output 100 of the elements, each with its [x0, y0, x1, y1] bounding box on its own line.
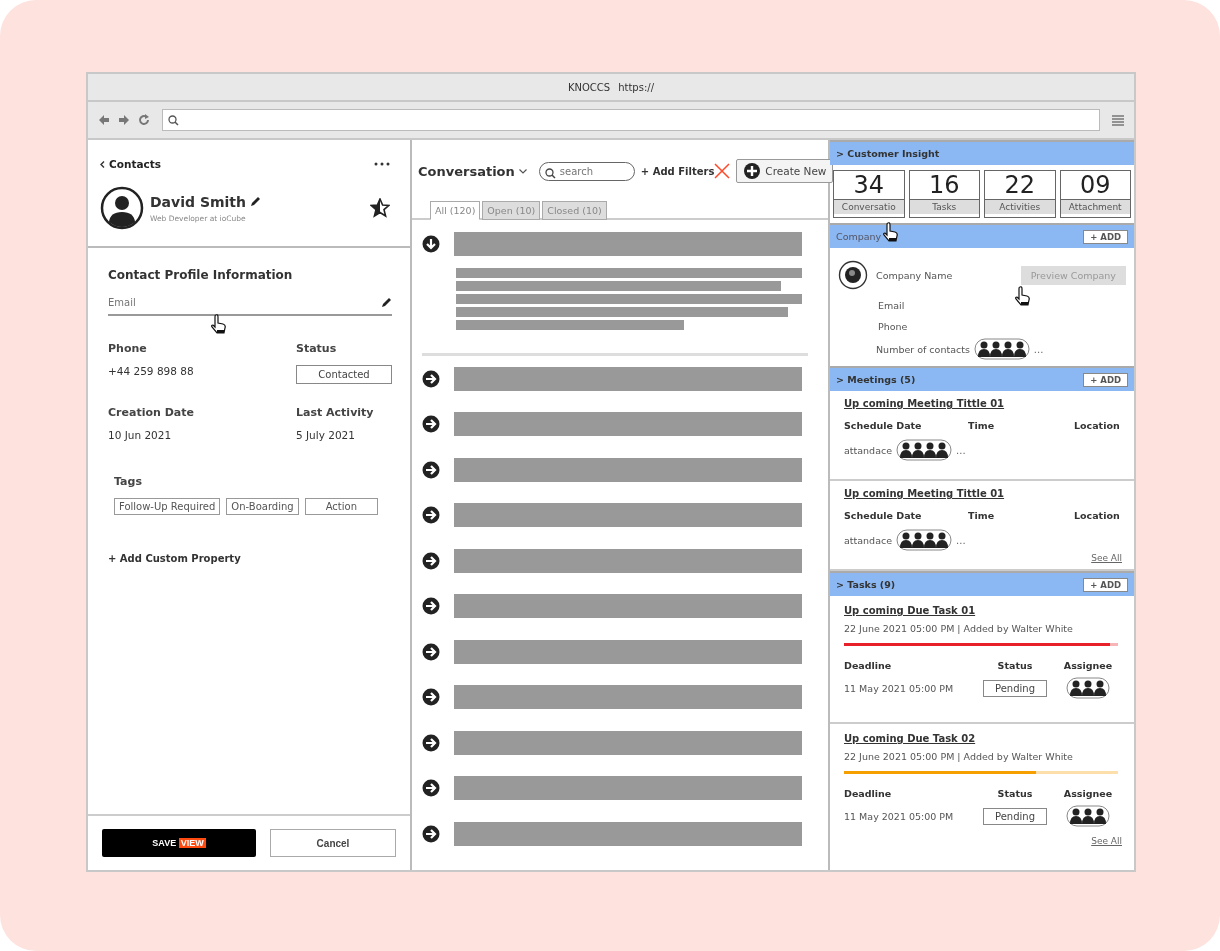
window-title: KNOCCS	[567, 81, 611, 93]
column-label: Location	[1074, 420, 1121, 431]
see-all-link[interactable]: See All	[1091, 836, 1122, 846]
deadline-value: 11 May 2021 05:00 PM	[844, 682, 955, 694]
company-field-label: Phone	[878, 321, 909, 332]
create-new-button[interactable]: Create New	[736, 159, 834, 183]
tab[interactable]: All (120)	[430, 201, 481, 220]
company-logo-icon	[838, 260, 868, 290]
back-arrow-icon[interactable]	[98, 114, 110, 126]
reload-icon[interactable]	[138, 114, 150, 126]
avatar-group-icon	[1066, 805, 1110, 827]
attendance-label: attandace	[844, 444, 893, 456]
task-meta: 22 June 2021 05:00 PM | Added by Walter White	[844, 751, 1074, 762]
deadline-label: Deadline	[844, 788, 893, 799]
contacts-count-label: Number of contacts	[876, 343, 970, 355]
avatar-icon	[100, 186, 144, 230]
more-text: ...	[956, 534, 966, 546]
field-label: Status	[296, 342, 338, 355]
task-title-link[interactable]: Up coming Due Task 02	[844, 733, 976, 744]
section-title: Contact Profile Information	[108, 268, 294, 282]
status-label: Status	[996, 788, 1034, 799]
company-name-label: Company Name	[876, 269, 953, 281]
task-title-link[interactable]: Up coming Due Task 01	[844, 605, 976, 616]
assignee-label: Assignee	[1062, 788, 1114, 799]
meeting-title-link[interactable]: Up coming Meeting Tittle 01	[844, 488, 1005, 499]
stat-value: 09	[1078, 171, 1112, 199]
company-field-label: Email	[878, 300, 906, 311]
deadline-value: 11 May 2021 05:00 PM	[844, 810, 955, 822]
status-label: Status	[996, 660, 1034, 671]
chevron-down-icon[interactable]	[518, 168, 527, 174]
tag[interactable]: On-Boarding	[226, 498, 299, 515]
section-title: > Customer Insight	[836, 148, 940, 159]
avatar-group-icon	[896, 439, 953, 461]
add-filters-link[interactable]: + Add Filters	[640, 165, 715, 177]
search-field[interactable]: search	[538, 161, 635, 181]
more-text: ...	[956, 444, 966, 456]
field-label: Creation Date	[108, 406, 195, 419]
plus-circle-icon	[743, 162, 762, 180]
stat-value: 34	[852, 171, 885, 199]
stat-label: Conversatio	[834, 199, 904, 214]
stat-card[interactable]: 34 Conversatio	[833, 170, 905, 218]
cancel-button[interactable]: Cancel	[270, 829, 396, 857]
conversation-dropdown[interactable]: Conversation	[418, 163, 515, 179]
save-view-button[interactable]: SAVE VIEW	[102, 829, 256, 857]
collapse-arrow-icon[interactable]	[422, 235, 440, 253]
column-label: Schedule Date	[844, 510, 923, 521]
deadline-label: Deadline	[844, 660, 893, 671]
avatar-group-icon	[973, 338, 1030, 360]
status-badge: Contacted	[296, 365, 392, 384]
assignee-label: Assignee	[1062, 660, 1114, 671]
hand-cursor-icon	[1014, 286, 1032, 306]
contact-name: David Smith	[150, 193, 247, 210]
stat-label: Activities	[985, 199, 1055, 214]
column-label: Time	[968, 420, 996, 431]
pencil-icon[interactable]	[250, 196, 262, 207]
add-button[interactable]: + ADD	[1083, 229, 1128, 244]
forward-arrow-icon[interactable]	[118, 114, 130, 126]
meeting-title-link[interactable]: Up coming Meeting Tittle 01	[844, 398, 1005, 409]
chevron-left-icon[interactable]	[100, 160, 105, 168]
stat-card[interactable]: 09 Attachment	[1059, 170, 1131, 218]
section-title: > Meetings (5)	[836, 374, 916, 385]
column-label: Schedule Date	[844, 420, 923, 431]
status-badge: Pending	[983, 679, 1047, 697]
stat-value: 16	[927, 171, 961, 199]
add-button[interactable]: + ADD	[1083, 577, 1128, 592]
column-label: Time	[968, 510, 996, 521]
pencil-icon[interactable]	[381, 297, 392, 308]
star-icon[interactable]	[370, 198, 390, 218]
contacts-back-link[interactable]: Contacts	[109, 158, 161, 170]
hand-cursor-icon	[882, 222, 900, 242]
add-property-link[interactable]: + Add Custom Property	[108, 553, 392, 564]
search-icon	[168, 114, 179, 126]
task-meta: 22 June 2021 05:00 PM | Added by Walter White	[844, 623, 1074, 634]
attendance-label: attandace	[844, 534, 893, 546]
stat-card[interactable]: 16 Tasks	[908, 170, 980, 218]
avatar-group-icon	[896, 529, 953, 551]
stat-card[interactable]: 22 Activities	[984, 170, 1056, 218]
section-title: Company	[836, 231, 882, 242]
field-label: Phone	[108, 342, 148, 355]
tag[interactable]: Action	[304, 498, 378, 515]
see-all-link[interactable]: See All	[1091, 553, 1122, 563]
more-text: ...	[1033, 343, 1044, 355]
field-value: +44 259 898 88	[108, 365, 195, 377]
status-badge: Pending	[983, 807, 1047, 825]
tag[interactable]: Follow-Up Required	[114, 498, 221, 515]
url-label: https://	[618, 81, 655, 93]
hand-cursor-icon	[210, 314, 228, 334]
tags-label: Tags	[114, 475, 143, 488]
avatar-group-icon	[1066, 677, 1110, 699]
email-field[interactable]: Email	[108, 297, 392, 316]
section-title: > Tasks (9)	[836, 579, 896, 590]
add-button[interactable]: + ADD	[1083, 372, 1128, 387]
stat-label: Attachment	[1060, 199, 1130, 214]
more-options-icon[interactable]	[374, 162, 390, 166]
stat-value: 22	[1003, 171, 1036, 199]
field-value: 5 July 2021	[296, 429, 356, 441]
field-value: 10 Jun 2021	[108, 429, 173, 441]
column-label: Location	[1074, 510, 1121, 521]
field-label: Last Activity	[296, 406, 375, 419]
address-field[interactable]	[162, 109, 1100, 131]
